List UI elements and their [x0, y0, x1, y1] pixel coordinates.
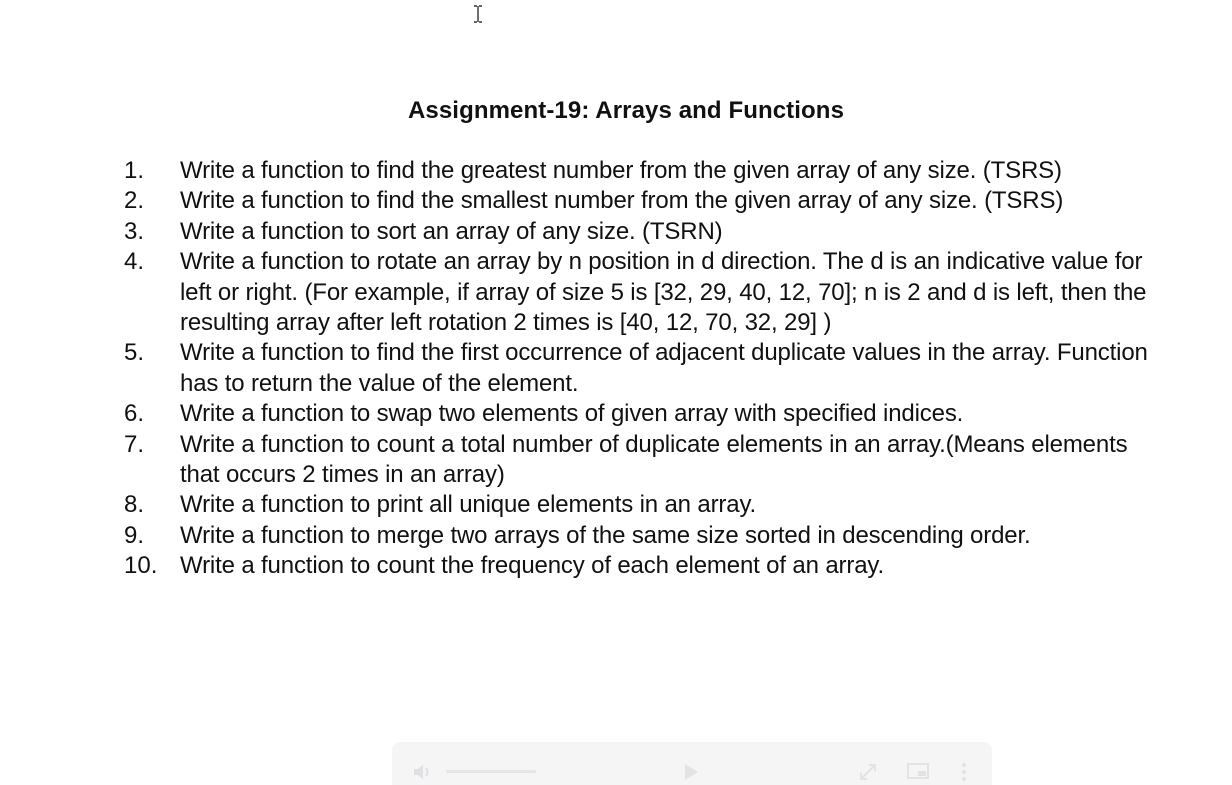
task-text: Write a function to find the greatest nu…: [180, 157, 1062, 184]
task-number: 5.: [124, 339, 145, 367]
text-cursor-icon: [474, 5, 482, 23]
assignment-title: Assignment-19: Arrays and Functions: [407, 97, 845, 124]
task-item: 7. Write a function to count a total numb…: [124, 430, 1164, 491]
clipped-link-strip: [0, 0, 1232, 8]
task-item: 4. Write a function to rotate an array by…: [124, 247, 1164, 338]
task-number: 7.: [124, 430, 145, 458]
task-number: 4.: [124, 248, 145, 276]
task-item: 2. Write a function to find the smallest …: [124, 186, 1164, 216]
task-text: Write a function to swap two elements of…: [180, 400, 964, 428]
task-item: 8. Write a function to print all unique e…: [124, 490, 1164, 520]
task-number: 3.: [124, 217, 145, 245]
task-text: Write a function to count the frequency …: [180, 552, 884, 580]
task-text: Write a function to find the first occur…: [180, 339, 1148, 397]
task-number: 9.: [124, 521, 145, 549]
task-number: 8.: [124, 491, 145, 519]
task-number: 6.: [124, 400, 145, 428]
task-text: Write a function to print all unique ele…: [180, 491, 757, 519]
task-item: 6. Write a function to swap two elements …: [124, 399, 1164, 429]
task-text: Write a function to merge two arrays of …: [180, 521, 1031, 549]
task-text: Write a function to count a total number…: [180, 430, 1128, 489]
task-item: 3. Write a function to sort an array of a…: [124, 217, 1164, 247]
fullscreen-icon[interactable]: [858, 762, 878, 782]
task-item: 5. Write a function to find the first occ…: [124, 338, 1164, 399]
video-controls-bar[interactable]: [392, 742, 992, 785]
volume-icon[interactable]: [412, 762, 434, 782]
volume-slider[interactable]: [446, 770, 536, 773]
picture-in-picture-icon[interactable]: [906, 761, 930, 781]
task-number: 10.: [124, 552, 158, 580]
task-item: 10. Write a function to count the frequen…: [124, 551, 1164, 581]
play-icon[interactable]: [682, 762, 700, 782]
task-item: 9. Write a function to merge two arrays o…: [124, 521, 1164, 551]
task-text: Write a function to sort an array of any…: [180, 217, 723, 245]
task-list: 1. Write a function to find the greatest …: [124, 156, 1164, 582]
task-text: Write a function to find the smallest nu…: [180, 187, 1064, 215]
task-item: 1. Write a function to find the greatest …: [124, 156, 1164, 186]
task-number: 2.: [124, 187, 145, 215]
more-options-icon[interactable]: [960, 761, 968, 783]
task-number: 1.: [124, 157, 145, 184]
task-text: Write a function to rotate an array by n…: [180, 248, 1147, 337]
